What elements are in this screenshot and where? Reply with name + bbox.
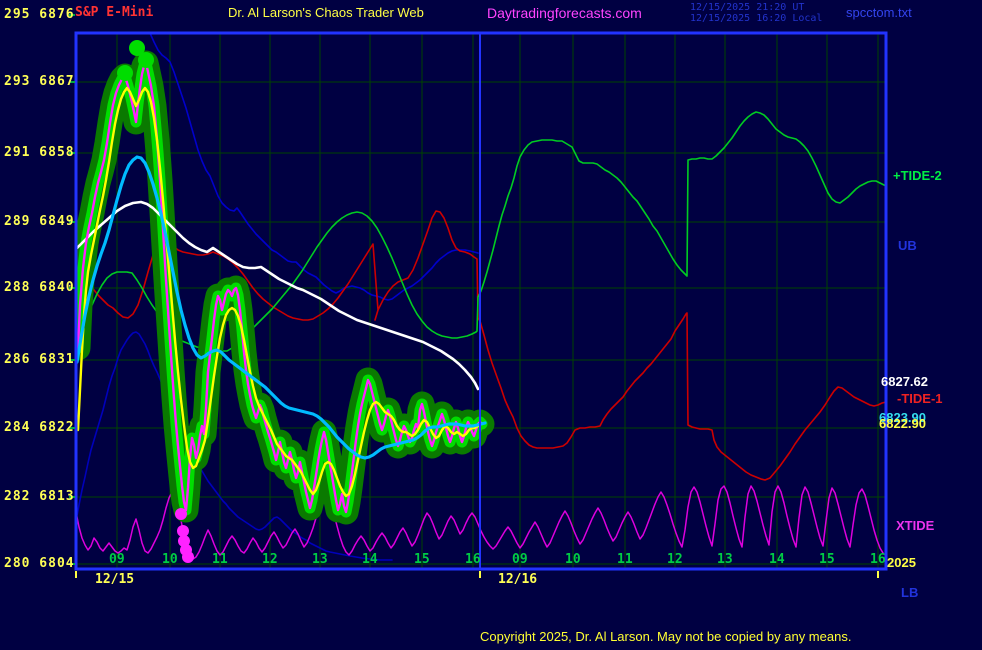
y-axis-label: 282 6813	[4, 489, 75, 504]
y-axis-label: 295 6876	[4, 7, 75, 22]
right-label-white-ma-value: 6827.62	[881, 374, 928, 389]
hour-label: 15	[414, 552, 430, 567]
right-label-year: 2025	[887, 555, 916, 570]
right-label-minus-tide-1: -TIDE-1	[897, 391, 943, 406]
series-white-ma	[77, 202, 478, 389]
y-axis-label: 289 6849	[4, 214, 75, 229]
hour-label: 12	[262, 552, 278, 567]
hour-label: 15	[819, 552, 835, 567]
price-chart-svg	[0, 0, 982, 650]
right-label-lower-band: LB	[901, 585, 918, 600]
y-axis-label: 286 6831	[4, 352, 75, 367]
sell-signal-dots	[182, 551, 194, 563]
series-plus-tide-2	[77, 112, 886, 351]
hour-label: 10	[162, 552, 178, 567]
price-top-dots	[117, 65, 133, 81]
y-axis-label: 291 6858	[4, 145, 75, 160]
hour-label: 16	[465, 552, 481, 567]
data-file-label: spcctom.txt	[846, 6, 912, 20]
y-axis-label: 293 6867	[4, 74, 75, 89]
timestamp-local: 12/15/2025 16:20 Local	[690, 13, 822, 24]
chaos-trader-chart-page: S&P E-Mini Dr. Al Larson's Chaos Trader …	[0, 0, 982, 650]
hour-label: 13	[717, 552, 733, 567]
price-top-dots	[138, 52, 154, 68]
right-label-xtide: XTIDE	[896, 518, 934, 533]
timestamp-ut: 12/15/2025 21:20 UT	[690, 2, 804, 13]
site-link: Daytradingforecasts.com	[487, 6, 642, 21]
y-axis-label: 288 6840	[4, 280, 75, 295]
hour-label: 10	[565, 552, 581, 567]
date-label-day1: 12/15	[95, 573, 134, 587]
hour-label: 14	[769, 552, 785, 567]
hour-label: 16	[870, 552, 886, 567]
sell-signal-dots	[175, 508, 187, 520]
right-label-upper-band: UB	[898, 238, 917, 253]
hour-label: 12	[667, 552, 683, 567]
symbol-label: S&P E-Mini	[75, 6, 153, 20]
hour-label: 13	[312, 552, 328, 567]
hour-label: 09	[109, 552, 125, 567]
right-label-plus-tide-2: +TIDE-2	[893, 168, 942, 183]
hour-label: 09	[512, 552, 528, 567]
page-title: Dr. Al Larson's Chaos Trader Web	[228, 6, 424, 20]
footer-copyright: Copyright 2025, Dr. Al Larson. May not b…	[480, 630, 851, 644]
y-axis-label: 280 6804	[4, 556, 75, 571]
hour-label: 11	[212, 552, 228, 567]
right-label-last-price: 6822.90	[879, 416, 926, 431]
hour-label: 11	[617, 552, 633, 567]
series-upper-band	[150, 33, 478, 300]
hour-label: 14	[362, 552, 378, 567]
y-axis-label: 284 6822	[4, 420, 75, 435]
date-label-day2: 12/16	[498, 573, 537, 587]
